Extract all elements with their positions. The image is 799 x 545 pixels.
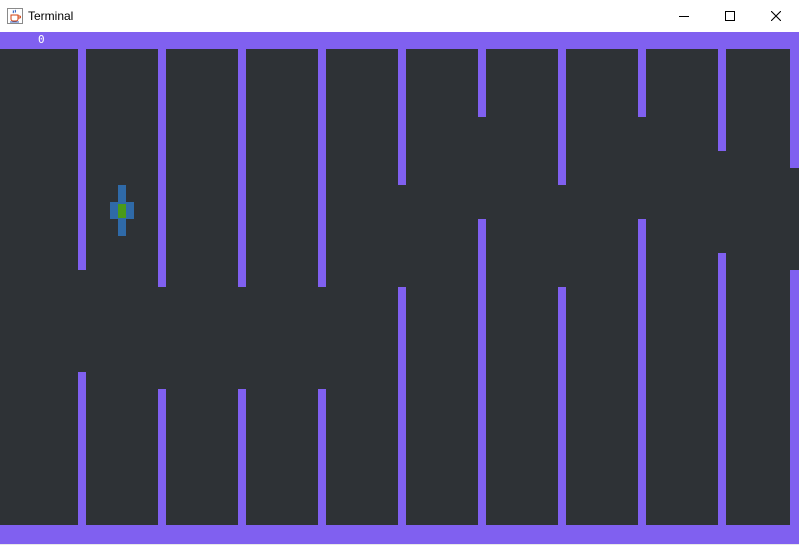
java-cup-icon xyxy=(7,8,23,24)
maze-wall-segment xyxy=(718,253,726,525)
maze-wall-segment xyxy=(558,287,566,525)
maze-wall-segment xyxy=(638,49,646,117)
maze-wall-segment xyxy=(478,219,486,525)
maze-wall-segment xyxy=(238,389,246,525)
top-border-wall xyxy=(0,32,799,49)
maze-wall-segment xyxy=(158,389,166,525)
maze-wall-segment xyxy=(478,49,486,117)
bottom-border-wall xyxy=(0,525,799,544)
score-display: 0 xyxy=(38,33,45,46)
maze-wall-segment xyxy=(158,49,166,287)
maze-wall-segment xyxy=(398,49,406,185)
maze-wall-segment xyxy=(78,372,86,525)
maze-wall-segment xyxy=(318,389,326,525)
close-icon xyxy=(771,11,781,21)
terminal-window: Terminal 0 xyxy=(0,0,799,545)
maze-wall-segment xyxy=(638,219,646,525)
maze-wall-segment xyxy=(78,49,86,270)
maze-wall-segment xyxy=(318,49,326,287)
minimize-icon xyxy=(679,16,689,17)
window-title: Terminal xyxy=(28,9,74,23)
maze-wall-segment xyxy=(790,270,799,525)
maximize-button[interactable] xyxy=(707,0,753,32)
close-button[interactable] xyxy=(753,0,799,32)
minimize-button[interactable] xyxy=(661,0,707,32)
maze-wall-segment xyxy=(558,49,566,185)
game-canvas[interactable]: 0 xyxy=(0,32,799,544)
player-core xyxy=(118,204,126,218)
maze-field xyxy=(0,32,799,544)
maximize-icon xyxy=(725,11,735,21)
maze-wall-segment xyxy=(398,287,406,525)
title-bar[interactable]: Terminal xyxy=(0,0,799,32)
maze-wall-segment xyxy=(238,49,246,287)
maze-wall-segment xyxy=(790,49,799,168)
maze-wall-segment xyxy=(718,49,726,151)
